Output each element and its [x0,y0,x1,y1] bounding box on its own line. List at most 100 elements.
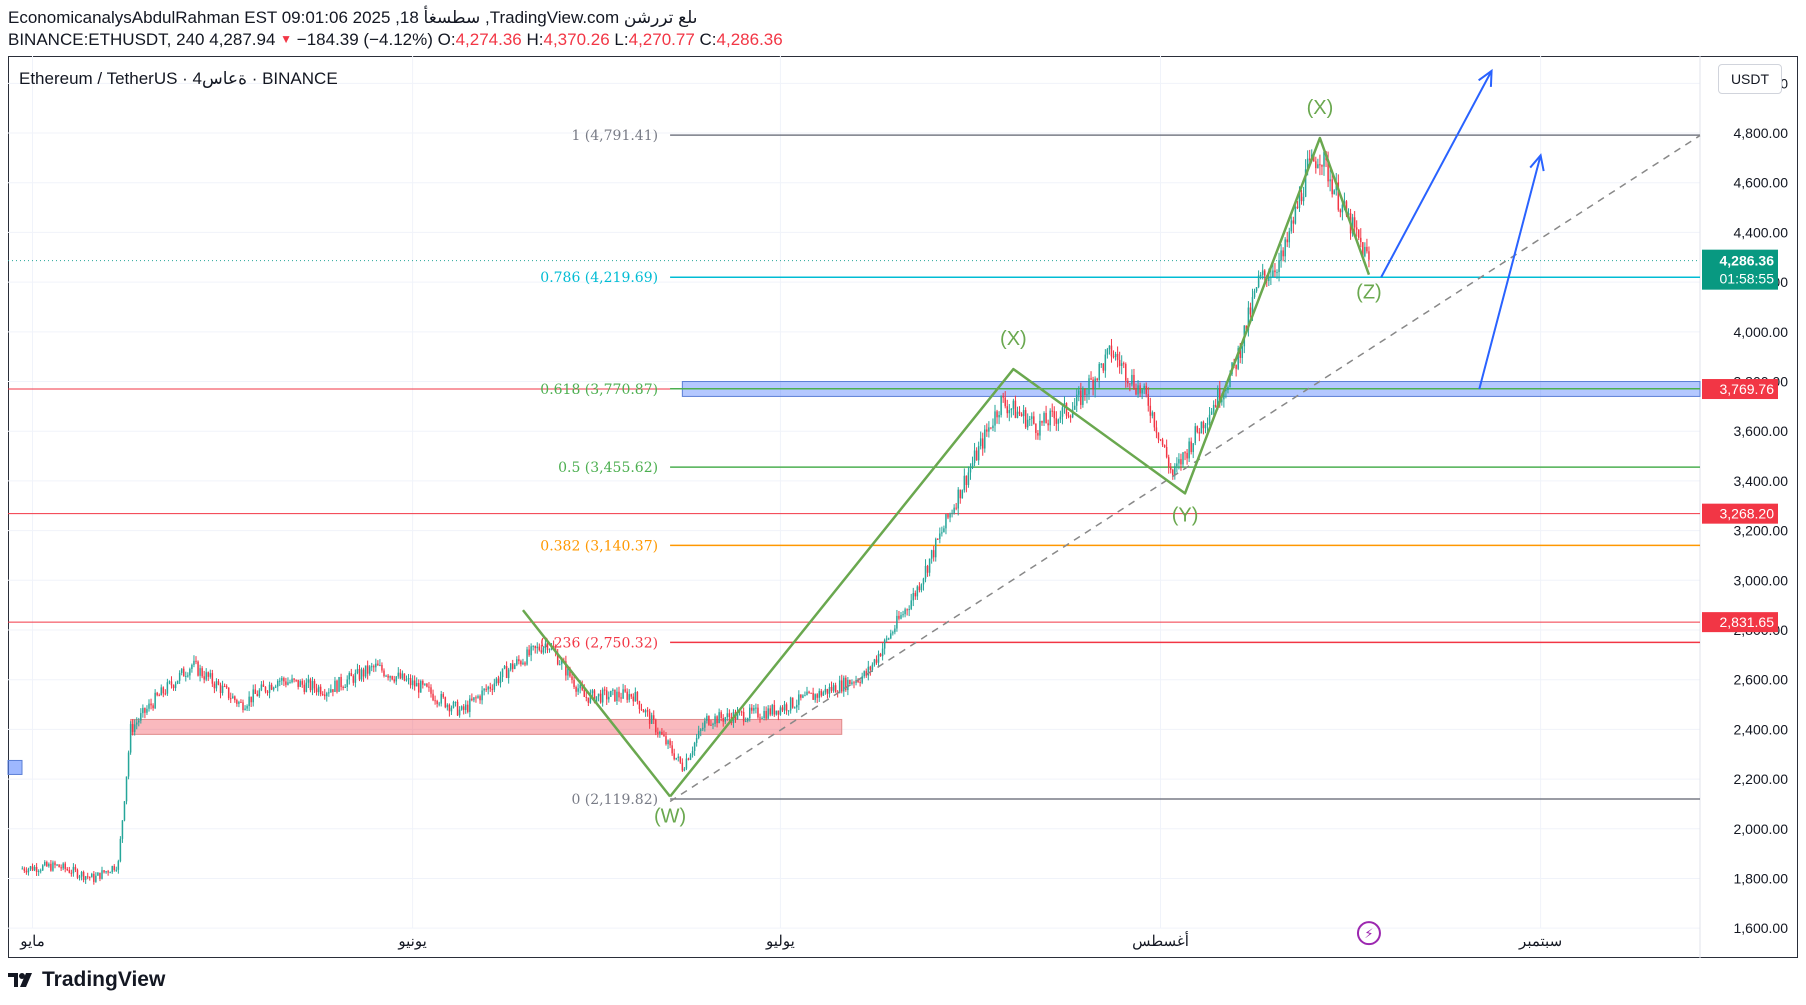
candle-body [119,838,122,862]
y-tick-label: 2,600.00 [1734,672,1789,688]
candle-body [530,646,532,656]
x-tick-label: سبتمبر [1518,933,1562,950]
candle-body [197,661,199,676]
candle-body [820,690,823,696]
candle-body [979,438,982,447]
candle-body [1280,250,1282,261]
candle-body [483,688,485,691]
candle-body [951,512,953,514]
candle-body [726,713,729,718]
candle-body [332,689,334,692]
candle-body [818,690,821,698]
candle-body [497,678,500,684]
candle-body [1366,246,1368,252]
candle-body [824,688,827,693]
candle-body [667,740,669,745]
candle-body [973,450,976,464]
candle-body [505,666,508,678]
candle-body [187,675,189,677]
candle-body [33,866,36,871]
candle-body [749,707,751,719]
candle-body [1315,161,1317,169]
candle-body [763,711,765,718]
candle-body [906,609,908,611]
candle-body [338,677,340,692]
candle-body [1272,270,1274,277]
candle-body [387,675,389,678]
candle-body [1125,364,1127,381]
candle-body [328,692,330,694]
candle-body [943,528,945,533]
y-tick-label: 3,600.00 [1734,423,1789,439]
candle-body [172,685,175,689]
candle-body [652,715,655,720]
candle-body [66,868,69,871]
candle-body [1241,346,1244,358]
candle-body [1276,272,1278,274]
candle-body [340,677,342,687]
candle-body [397,672,400,677]
candle-body [1045,413,1047,424]
candle-body [489,686,492,689]
currency-unit-button[interactable]: USDT [1718,64,1782,94]
candle-body [1129,383,1131,385]
candle-body [900,615,902,619]
fib-level-label: 0.382 (3,140.37) [540,538,658,554]
candle-body [1255,287,1258,292]
candle-body [1182,452,1184,465]
candle-body [495,678,498,684]
tradingview-logo[interactable]: TradingView [8,968,165,992]
x-tick-label: أغسطس [1132,931,1189,950]
candle-body [953,507,955,513]
candle-body [1012,400,1015,409]
candle-body [140,713,142,721]
candle-body [1186,452,1188,459]
candle-body [60,867,62,869]
candle-body [174,683,177,689]
candle-body [460,706,463,710]
candle-body [307,679,310,683]
candle-body [48,863,50,867]
candle-body [236,700,238,704]
candle-body [1192,443,1194,453]
candle-body [883,639,886,649]
candle-body [1180,459,1182,465]
candle-body [710,724,712,726]
candle-body [875,659,878,663]
candle-body [949,513,951,518]
candle-body [1184,452,1186,454]
candle-body [113,866,116,871]
candle-body [293,678,295,680]
candle-body [373,666,375,668]
candle-body [579,684,581,689]
candle-body [321,694,324,696]
candle-body [420,680,422,693]
candle-body [250,696,252,703]
candle-body [771,704,774,715]
candle-body [930,550,933,559]
candle-body [242,702,244,711]
candle-body [826,688,829,694]
candle-body [610,690,612,697]
candle-body [68,870,71,873]
candle-body [401,673,404,679]
candle-body [1137,385,1139,395]
candle-body [971,463,974,468]
candle-body [918,586,921,591]
candle-body [501,668,504,678]
price-chart[interactable]: 1,600.00 1,800.00 2,000.00 2,200.00 2,400.00… [0,0,1806,1005]
candle-body [219,684,222,694]
candle-body [381,664,383,671]
projection-arrow [1478,155,1542,390]
candle-body [97,872,99,876]
tradingview-logo-icon [8,973,32,987]
candle-body [1235,364,1237,369]
candle-body [129,724,132,753]
candle-body [806,691,808,696]
candle-body [50,863,52,871]
candle-body [446,704,449,708]
candle-body [1116,353,1119,360]
candle-body [428,686,430,688]
candle-body [714,716,716,724]
candle-body [268,684,271,693]
